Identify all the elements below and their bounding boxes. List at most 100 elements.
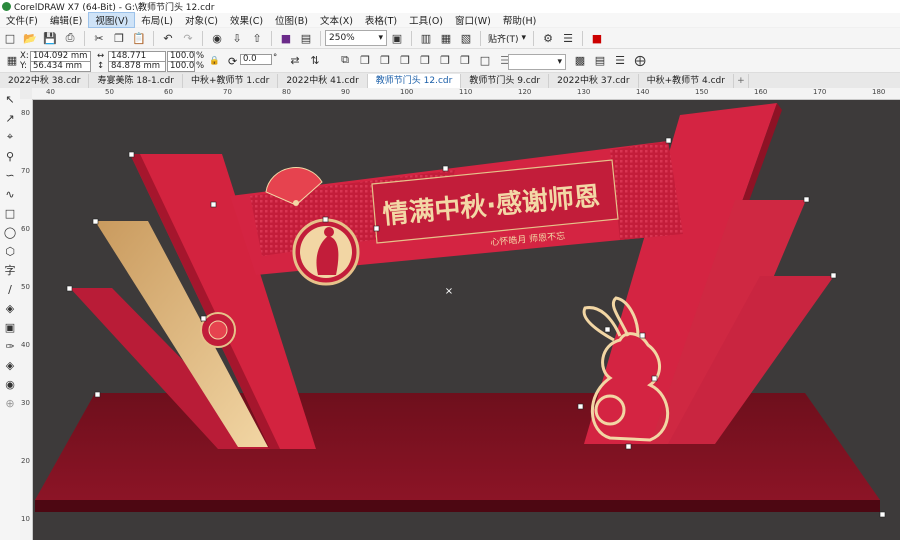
search-content-icon[interactable]: ◉: [209, 30, 225, 46]
drawing-canvas[interactable]: 情满中秋·感谢师恩 心怀皓月 师恩不忘 ×: [33, 100, 900, 540]
cut-icon[interactable]: ✂: [91, 30, 107, 46]
crop-tool-icon[interactable]: ⌖: [2, 129, 18, 145]
import-icon[interactable]: ⇩: [229, 30, 245, 46]
show-guidelines-icon[interactable]: ▧: [458, 30, 474, 46]
application-launcher-icon[interactable]: ■: [278, 30, 294, 46]
document-tab[interactable]: 2022中秋 38.cdr: [0, 74, 90, 88]
document-tab[interactable]: 寿宴美陈 18-1.cdr: [89, 74, 183, 88]
quick-customize-icon[interactable]: ⨁: [632, 52, 648, 68]
front-minus-back-icon[interactable]: ❐: [437, 52, 453, 68]
rectangle-tool-icon[interactable]: □: [2, 205, 18, 221]
teacher-medallion[interactable]: [292, 218, 360, 286]
back-minus-front-icon[interactable]: ❐: [457, 52, 473, 68]
horizontal-ruler[interactable]: 40 50 60 70 80 90 100 110 120 130 140 15…: [32, 88, 900, 100]
add-tool-icon[interactable]: ⊕: [2, 395, 18, 411]
lock-ratio-icon[interactable]: 🔒: [209, 56, 220, 66]
ellipse-tool-icon[interactable]: ◯: [2, 224, 18, 240]
save-icon[interactable]: 💾: [42, 30, 58, 46]
transparency-tool-icon[interactable]: ▣: [2, 319, 18, 335]
mirror-vertical-icon[interactable]: ⇅: [307, 52, 323, 68]
full-screen-preview-icon[interactable]: ▣: [389, 30, 405, 46]
artwork[interactable]: 情满中秋·感谢师恩 心怀皓月 师恩不忘 ×: [33, 100, 900, 540]
new-document-icon[interactable]: □: [2, 30, 18, 46]
object-origin-icon[interactable]: ▦: [4, 52, 20, 68]
ruler-tick-label: 110: [459, 88, 473, 96]
zoom-level-select[interactable]: 250% ▾: [325, 30, 387, 46]
scale-y-unit: %: [196, 61, 205, 71]
zoom-tool-icon[interactable]: ⚲: [2, 148, 18, 164]
ruler-tick-label: 70: [21, 167, 30, 175]
standard-toolbar: □ 📂 💾 ⎙ ✂ ❐ 📋 ↶ ↷ ◉ ⇩ ⇧ ■ ▤ 250% ▾ ▣ ▥ ▦ …: [0, 28, 900, 49]
rotation-angle-field[interactable]: 0.0: [240, 54, 272, 65]
align-icon[interactable]: ☰: [560, 30, 576, 46]
document-tab-active[interactable]: 教师节门头 12.cdr: [367, 74, 462, 88]
document-tab[interactable]: 2022中秋 37.cdr: [549, 74, 639, 88]
intersect-icon[interactable]: ❐: [397, 52, 413, 68]
text-tool-icon[interactable]: 字: [2, 262, 18, 278]
wrap-text-icon[interactable]: ▤: [592, 52, 608, 68]
menu-edit[interactable]: 编辑(E): [44, 13, 88, 27]
weld-icon[interactable]: ❐: [357, 52, 373, 68]
menu-window[interactable]: 窗口(W): [449, 13, 497, 27]
options-icon[interactable]: ⚙: [540, 30, 556, 46]
snap-to-dropdown[interactable]: 贴齐(T) ▾: [485, 31, 529, 45]
export-icon[interactable]: ⇧: [249, 30, 265, 46]
undo-icon[interactable]: ↶: [160, 30, 176, 46]
scale-y-field[interactable]: 100.0: [167, 61, 195, 72]
menu-file[interactable]: 文件(F): [0, 13, 44, 27]
show-grid-icon[interactable]: ▦: [438, 30, 454, 46]
blend-tool-icon[interactable]: ◈: [2, 300, 18, 316]
freehand-tool-icon[interactable]: ∽: [2, 167, 18, 183]
paste-icon[interactable]: 📋: [131, 30, 147, 46]
menu-object[interactable]: 对象(C): [179, 13, 224, 27]
menu-effects[interactable]: 效果(C): [224, 13, 269, 27]
shape-tool-icon[interactable]: ↗: [2, 110, 18, 126]
center-marker-icon: ×: [445, 286, 453, 297]
floor-platform[interactable]: [35, 393, 880, 512]
boundary-icon[interactable]: □: [477, 52, 493, 68]
menu-table[interactable]: 表格(T): [359, 13, 403, 27]
document-tab[interactable]: 2022中秋 41.cdr: [278, 74, 368, 88]
eyedropper-tool-icon[interactable]: ✑: [2, 338, 18, 354]
print-icon[interactable]: ⎙: [62, 30, 78, 46]
open-folder-icon[interactable]: 📂: [22, 30, 38, 46]
document-tab[interactable]: 中秋+教师节 1.cdr: [182, 74, 279, 88]
new-tab-button[interactable]: +: [733, 74, 749, 88]
pick-tool-icon[interactable]: ↖: [2, 91, 18, 107]
menu-bitmaps[interactable]: 位图(B): [269, 13, 314, 27]
ruler-tick-label: 10: [21, 515, 30, 523]
ruler-tick-label: 130: [577, 88, 591, 96]
menu-help[interactable]: 帮助(H): [497, 13, 543, 27]
align-distribute-icon[interactable]: ☰: [612, 52, 628, 68]
height-field[interactable]: 84.878 mm: [108, 61, 166, 72]
mirror-horizontal-icon[interactable]: ⇄: [287, 52, 303, 68]
group-icon[interactable]: ⧉: [337, 52, 353, 68]
menu-text[interactable]: 文本(X): [314, 13, 359, 27]
fill-color-icon[interactable]: ■: [589, 30, 605, 46]
ruler-corner[interactable]: [20, 88, 32, 99]
trim-icon[interactable]: ❐: [377, 52, 393, 68]
show-rulers-icon[interactable]: ▥: [418, 30, 434, 46]
document-tab[interactable]: 中秋+教师节 4.cdr: [638, 74, 734, 88]
create-boundary-icon[interactable]: ▩: [572, 52, 588, 68]
interactive-fill-icon[interactable]: ◈: [2, 357, 18, 373]
outline-width-select[interactable]: ▾: [508, 54, 566, 70]
simplify-icon[interactable]: ❐: [417, 52, 433, 68]
height-icon: ↕: [97, 61, 105, 71]
document-tab[interactable]: 教师节门头 9.cdr: [461, 74, 550, 88]
ruler-tick-label: 90: [341, 88, 350, 96]
welcome-screen-icon[interactable]: ▤: [298, 30, 314, 46]
copy-icon[interactable]: ❐: [111, 30, 127, 46]
connector-tool-icon[interactable]: ∕: [2, 281, 18, 297]
chevron-down-icon: ▾: [557, 57, 562, 67]
vertical-ruler[interactable]: 80 70 60 50 40 30 20 10: [20, 99, 33, 540]
polygon-tool-icon[interactable]: ⬡: [2, 243, 18, 259]
redo-icon[interactable]: ↷: [180, 30, 196, 46]
smart-fill-icon[interactable]: ◉: [2, 376, 18, 392]
ruler-tick-label: 30: [21, 399, 30, 407]
menu-tools[interactable]: 工具(O): [403, 13, 449, 27]
artistic-media-icon[interactable]: ∿: [2, 186, 18, 202]
menu-view[interactable]: 视图(V): [88, 12, 136, 28]
y-position-field[interactable]: 56.434 mm: [30, 61, 91, 72]
menu-layout[interactable]: 布局(L): [135, 13, 179, 27]
